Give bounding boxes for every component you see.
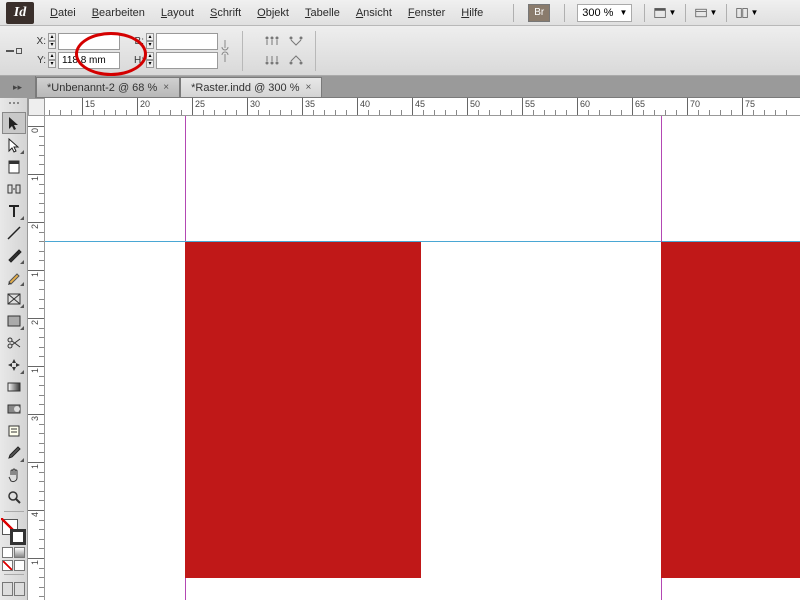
zoom-tool[interactable]	[2, 486, 26, 508]
menu-hilfe[interactable]: Hilfe	[453, 3, 491, 23]
separator	[685, 4, 686, 22]
x-spinner[interactable]: ▴▾	[48, 33, 56, 49]
h-label: H:	[130, 55, 144, 66]
line-tool[interactable]	[2, 222, 26, 244]
pen-tool[interactable]	[2, 244, 26, 266]
gradient-swatch-tool[interactable]	[2, 376, 26, 398]
note-tool[interactable]	[2, 420, 26, 442]
w-spinner[interactable]: ▴▾	[146, 33, 154, 49]
separator	[4, 511, 24, 512]
selection-tool[interactable]	[2, 112, 26, 134]
hand-tool[interactable]	[2, 464, 26, 486]
free-transform-tool[interactable]	[2, 354, 26, 376]
menu-bearbeiten[interactable]: Bearbeiten	[84, 3, 153, 23]
menu-fenster[interactable]: Fenster	[400, 3, 453, 23]
fill-stroke-swatch[interactable]	[2, 519, 26, 545]
page-tool[interactable]	[2, 156, 26, 178]
view-mode-preview[interactable]	[14, 582, 25, 596]
menu-ansicht[interactable]: Ansicht	[348, 3, 400, 23]
view-mode-normal[interactable]	[2, 582, 13, 596]
stroke-swatch[interactable]	[10, 529, 26, 545]
document-tab[interactable]: *Raster.indd @ 300 % ×	[180, 77, 322, 97]
chevron-down-icon: ▼	[619, 8, 627, 17]
rectangle-tool[interactable]	[2, 310, 26, 332]
document-tab[interactable]: *Unbenannt-2 @ 68 % ×	[36, 77, 180, 97]
y-input[interactable]: 118,8 mm	[58, 52, 120, 69]
pencil-tool[interactable]	[2, 266, 26, 288]
menu-tabelle[interactable]: Tabelle	[297, 3, 348, 23]
ruler-horizontal[interactable]: 1015202530354045505560657075	[45, 98, 800, 116]
direct-selection-tool[interactable]	[2, 134, 26, 156]
separator	[564, 4, 565, 22]
w-label: B:	[130, 36, 144, 47]
close-icon[interactable]: ×	[306, 82, 312, 93]
h-spinner[interactable]: ▴▾	[146, 52, 154, 68]
ref-indicator	[6, 50, 14, 52]
distribute-group	[263, 33, 305, 68]
tab-label: *Raster.indd @ 300 %	[191, 82, 299, 94]
zoom-value: 300 %	[582, 7, 613, 19]
separator	[4, 574, 24, 575]
ref-indicator	[16, 48, 22, 54]
formatting-button[interactable]	[14, 560, 25, 571]
distribute-icon-2[interactable]	[287, 33, 305, 49]
apply-gradient-button[interactable]	[14, 547, 25, 558]
x-input[interactable]	[58, 33, 120, 50]
separator	[726, 4, 727, 22]
gap-tool[interactable]	[2, 178, 26, 200]
document-tab-bar: *Unbenannt-2 @ 68 %×*Raster.indd @ 300 %…	[0, 76, 800, 98]
screen-mode-button[interactable]: ▼	[694, 4, 718, 22]
distribute-icon-3[interactable]	[263, 52, 281, 68]
panel-grip[interactable]	[3, 102, 25, 108]
scissors-tool[interactable]	[2, 332, 26, 354]
menu-layout[interactable]: Layout	[153, 3, 202, 23]
y-label: Y:	[32, 55, 46, 66]
menu-datei[interactable]: Datei	[42, 3, 84, 23]
tab-label: *Unbenannt-2 @ 68 %	[47, 82, 157, 94]
type-tool[interactable]	[2, 200, 26, 222]
ruler-vertical[interactable]: 01212131415	[28, 116, 45, 600]
x-label: X:	[32, 36, 46, 47]
separator	[513, 4, 514, 22]
gradient-feather-tool[interactable]	[2, 398, 26, 420]
zoom-level-dropdown[interactable]: 300 % ▼	[577, 4, 632, 22]
separator	[644, 4, 645, 22]
close-icon[interactable]: ×	[163, 82, 169, 93]
toolbox-panel	[0, 98, 28, 600]
tab-bar-arrows[interactable]: ▸▸	[0, 76, 36, 98]
w-input[interactable]	[156, 33, 218, 50]
app-logo: Id	[6, 2, 34, 24]
constrain-proportions-icon[interactable]	[218, 36, 232, 66]
y-spinner[interactable]: ▴▾	[48, 52, 56, 68]
separator	[242, 31, 243, 71]
h-input[interactable]	[156, 52, 218, 69]
distribute-icon-1[interactable]	[263, 33, 281, 49]
rectangle-object[interactable]	[661, 242, 800, 578]
control-bar: X: ▴▾ Y: ▴▾ 118,8 mm B: ▴▾ H: ▴▾	[0, 26, 800, 76]
arrange-documents-button[interactable]: ▼	[735, 4, 759, 22]
menu-schrift[interactable]: Schrift	[202, 3, 249, 23]
eyedropper-tool[interactable]	[2, 442, 26, 464]
view-options-button[interactable]: ▼	[653, 4, 677, 22]
distribute-icon-4[interactable]	[287, 52, 305, 68]
ruler-origin[interactable]	[28, 98, 45, 116]
apply-color-button[interactable]	[2, 547, 13, 558]
separator	[315, 31, 316, 71]
menu-bar: Id DateiBearbeitenLayoutSchriftObjektTab…	[0, 0, 800, 26]
apply-none-button[interactable]	[2, 560, 13, 571]
bridge-button[interactable]: Br	[528, 4, 550, 22]
rectangle-frame-tool[interactable]	[2, 288, 26, 310]
menu-objekt[interactable]: Objekt	[249, 3, 297, 23]
rectangle-object[interactable]	[185, 242, 421, 578]
document-canvas[interactable]	[45, 116, 800, 600]
